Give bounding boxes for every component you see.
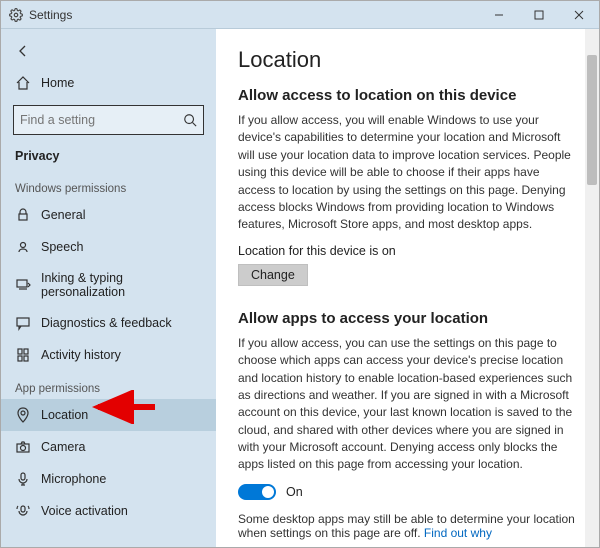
minimize-button[interactable]	[479, 1, 519, 29]
maximize-button[interactable]	[519, 1, 559, 29]
sidebar-heading-label: Privacy	[15, 149, 59, 163]
window-title-area: Settings	[1, 8, 479, 22]
pen-icon	[15, 277, 31, 293]
sidebar-item-label: Activity history	[41, 348, 121, 362]
page-title: Location	[238, 47, 577, 73]
speech-icon	[15, 239, 31, 255]
settings-window: Settings Home Privacy Windows p	[0, 0, 600, 548]
sidebar-item-label: Diagnostics & feedback	[41, 316, 172, 330]
toggle-label: On	[286, 485, 303, 499]
sidebar-item-speech[interactable]: Speech	[1, 231, 216, 263]
sidebar-item-general[interactable]: General	[1, 199, 216, 231]
sidebar-item-home[interactable]: Home	[1, 67, 216, 99]
feedback-icon	[15, 315, 31, 331]
sidebar-item-label: General	[41, 208, 85, 222]
microphone-icon	[15, 471, 31, 487]
device-location-status: Location for this device is on	[238, 244, 577, 258]
sidebar-section-windows-permissions: Windows permissions	[1, 171, 216, 199]
change-button[interactable]: Change	[238, 264, 308, 286]
main-content: Location Allow access to location on thi…	[216, 29, 599, 547]
toggle-knob	[262, 486, 274, 498]
sidebar-section-app-permissions: App permissions	[1, 371, 216, 399]
find-out-why-link[interactable]: Find out why	[424, 526, 492, 540]
sidebar-item-location[interactable]: Location	[1, 399, 216, 431]
icon-line-text: If an app is using your location, you'll…	[238, 546, 510, 547]
sidebar: Home Privacy Windows permissions General…	[1, 29, 216, 547]
sidebar-item-label: Location	[41, 408, 88, 422]
sidebar-item-inking[interactable]: Inking & typing personalization	[1, 263, 216, 307]
back-arrow-icon	[15, 43, 31, 59]
desktop-apps-note: Some desktop apps may still be able to d…	[238, 512, 577, 540]
search-input-container[interactable]	[13, 105, 204, 135]
scrollbar-track[interactable]	[585, 29, 599, 547]
window-title: Settings	[29, 8, 72, 22]
location-icon	[15, 407, 31, 423]
home-icon	[15, 75, 31, 91]
sidebar-item-camera[interactable]: Camera	[1, 431, 216, 463]
search-input[interactable]	[20, 113, 183, 127]
window-body: Home Privacy Windows permissions General…	[1, 29, 599, 547]
sidebar-item-label: Voice activation	[41, 504, 128, 518]
note-text: Some desktop apps may still be able to d…	[238, 512, 575, 540]
gear-icon	[9, 8, 23, 22]
section-body-app-access: If you allow access, you can use the set…	[238, 335, 577, 474]
lock-icon	[15, 207, 31, 223]
sidebar-item-label: Microphone	[41, 472, 106, 486]
section-title-device-access: Allow access to location on this device	[238, 87, 577, 104]
camera-icon	[15, 439, 31, 455]
section-title-app-access: Allow apps to access your location	[238, 310, 577, 327]
toggle-track	[238, 484, 276, 500]
sidebar-item-label: Inking & typing personalization	[41, 271, 202, 299]
titlebar: Settings	[1, 1, 599, 29]
search-icon	[183, 113, 197, 127]
main-panel: Location Allow access to location on thi…	[216, 29, 599, 547]
close-button[interactable]	[559, 1, 599, 29]
sidebar-item-activity-history[interactable]: Activity history	[1, 339, 216, 371]
back-button[interactable]	[1, 35, 216, 67]
history-icon	[15, 347, 31, 363]
voice-icon	[15, 503, 31, 519]
location-toggle[interactable]: On	[238, 484, 577, 500]
sidebar-item-voice-activation[interactable]: Voice activation	[1, 495, 216, 527]
window-controls	[479, 1, 599, 29]
section-body-device-access: If you allow access, you will enable Win…	[238, 112, 577, 234]
sidebar-item-diagnostics[interactable]: Diagnostics & feedback	[1, 307, 216, 339]
sidebar-item-label: Speech	[41, 240, 83, 254]
sidebar-item-label: Home	[41, 76, 74, 90]
sidebar-heading-privacy: Privacy	[1, 141, 216, 171]
location-in-use-line: If an app is using your location, you'll…	[238, 546, 577, 547]
scrollbar-thumb[interactable]	[587, 55, 597, 185]
sidebar-item-microphone[interactable]: Microphone	[1, 463, 216, 495]
sidebar-item-label: Camera	[41, 440, 85, 454]
